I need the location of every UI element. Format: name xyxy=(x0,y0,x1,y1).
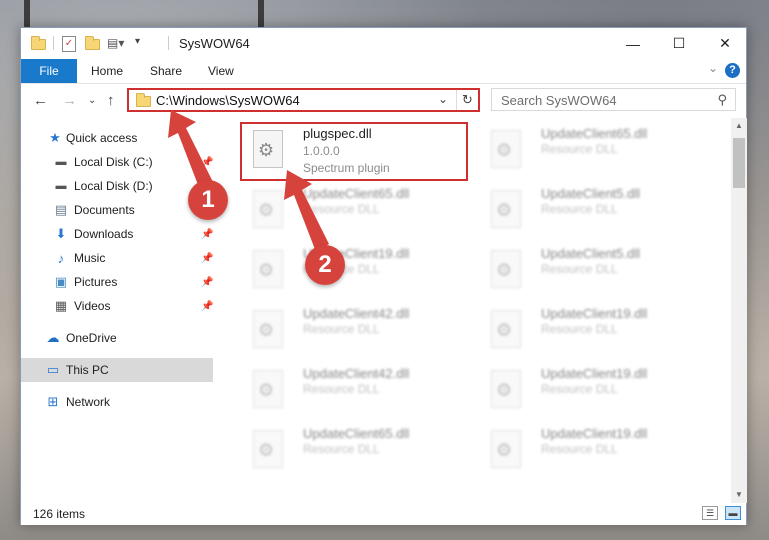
tab-share[interactable]: Share xyxy=(150,64,182,78)
network-icon: ⊞ xyxy=(47,394,59,409)
cloud-icon: ☁ xyxy=(46,330,60,345)
list-item[interactable]: ⚙ UpdateClient65.dll Resource DLL xyxy=(479,124,709,180)
dll-file-icon: ⚙ xyxy=(253,370,283,408)
folder-icon xyxy=(31,36,46,50)
address-dropdown-icon[interactable]: ⌄ xyxy=(438,92,448,106)
pin-icon[interactable]: 📌 xyxy=(201,301,213,312)
search-placeholder: Search SysWOW64 xyxy=(501,93,617,108)
list-item[interactable]: ⚙ UpdateClient5.dll Resource DLL xyxy=(479,184,709,240)
dll-file-icon: ⚙ xyxy=(491,370,521,408)
music-icon: ♪ xyxy=(57,250,65,266)
title-bar: ✓ ▤▾ ▾ SysWOW64 — ☐ ✕ xyxy=(21,28,746,59)
forward-arrow-icon[interactable]: → xyxy=(62,92,77,109)
search-input[interactable]: Search SysWOW64 ⚲ xyxy=(491,88,736,111)
folder-icon xyxy=(136,93,151,107)
sidebar-item-downloads[interactable]: ⬇ Downloads 📌 xyxy=(21,222,214,246)
sidebar-item-onedrive[interactable]: ☁ OneDrive xyxy=(21,326,213,350)
search-icon[interactable]: ⚲ xyxy=(717,92,727,108)
list-item[interactable]: ⚙ UpdateClient42.dll Resource DLL xyxy=(241,304,471,360)
sidebar-item-documents[interactable]: ▤ Documents xyxy=(21,198,213,222)
separator xyxy=(168,36,169,50)
ribbon-tabs: File Home Share View ⌄ ? xyxy=(21,59,746,84)
expand-ribbon-icon[interactable]: ⌄ xyxy=(708,61,718,75)
background-pole xyxy=(24,0,30,30)
qat-dropdown-icon[interactable]: ▾ xyxy=(135,36,140,52)
dll-file-icon: ⚙ xyxy=(253,190,283,228)
separator xyxy=(53,36,54,50)
file-list: ⚙ plugspec.dll 1.0.0.0 Spectrum plugin ⚙… xyxy=(226,118,731,503)
pin-icon[interactable]: 📌 xyxy=(201,157,213,168)
sidebar-item-music[interactable]: ♪ Music 📌 xyxy=(21,246,214,270)
address-path[interactable]: C:\Windows\SysWOW64 xyxy=(156,93,300,108)
pin-icon[interactable]: 📌 xyxy=(201,277,213,288)
document-icon: ▤ xyxy=(54,202,68,217)
large-icons-view-icon[interactable]: ▬ xyxy=(725,506,741,520)
sidebar-item-videos[interactable]: ▦ Videos 📌 xyxy=(21,294,214,318)
refresh-icon[interactable]: ↻ xyxy=(456,90,478,110)
dll-file-icon: ⚙ xyxy=(491,190,521,228)
tab-home[interactable]: Home xyxy=(91,64,123,78)
properties-icon[interactable]: ✓ xyxy=(62,36,76,52)
new-folder-icon[interactable] xyxy=(85,36,100,50)
sidebar-item-pictures[interactable]: ▣ Pictures 📌 xyxy=(21,270,214,294)
dll-file-icon: ⚙ xyxy=(491,130,521,168)
background-pole xyxy=(258,0,264,30)
sidebar-item-quick-access[interactable]: ★ Quick access xyxy=(21,126,213,150)
address-row: ← → ⌄ ↑ C:\Windows\SysWOW64 ⌄ ↻ Search S… xyxy=(21,84,746,118)
dll-file-icon: ⚙ xyxy=(253,250,283,288)
maximize-button[interactable]: ☐ xyxy=(656,28,702,59)
minimize-button[interactable]: — xyxy=(610,28,656,59)
list-item[interactable]: ⚙ UpdateClient19.dll Resource DLL xyxy=(479,304,709,360)
scroll-thumb[interactable] xyxy=(733,138,745,188)
item-count: 126 items xyxy=(33,507,86,521)
customize-qat-icon[interactable]: ▤▾ xyxy=(107,36,124,52)
step-1-badge: 1 xyxy=(188,180,228,220)
dll-file-icon: ⚙ xyxy=(253,430,283,468)
step-2-badge: 2 xyxy=(305,245,345,285)
dll-file-icon: ⚙ xyxy=(253,310,283,348)
sidebar-item-this-pc[interactable]: ▭ This PC xyxy=(21,358,213,382)
scroll-down-icon[interactable]: ▼ xyxy=(731,487,747,503)
dll-file-icon: ⚙ xyxy=(491,250,521,288)
file-explorer-window: ✓ ▤▾ ▾ SysWOW64 — ☐ ✕ File Home Share Vi… xyxy=(20,27,747,525)
tab-file[interactable]: File xyxy=(21,59,77,83)
scroll-up-icon[interactable]: ▲ xyxy=(731,118,747,134)
list-item[interactable]: ⚙ UpdateClient65.dll Resource DLL xyxy=(241,184,471,240)
dll-file-icon: ⚙ xyxy=(491,430,521,468)
address-bar[interactable]: C:\Windows\SysWOW64 ⌄ ↻ xyxy=(127,88,480,112)
recent-locations-icon[interactable]: ⌄ xyxy=(88,95,96,106)
drive-icon: ▬ xyxy=(55,156,67,168)
star-icon: ★ xyxy=(49,130,61,145)
download-icon: ⬇ xyxy=(55,226,67,241)
computer-icon: ▭ xyxy=(46,362,60,377)
tab-view[interactable]: View xyxy=(208,64,234,78)
list-item[interactable]: ⚙ UpdateClient5.dll Resource DLL xyxy=(479,244,709,300)
pictures-icon: ▣ xyxy=(54,274,68,289)
dll-file-icon: ⚙ xyxy=(491,310,521,348)
status-bar: 126 items ☰ ▬ xyxy=(21,503,746,525)
up-arrow-icon[interactable]: ↑ xyxy=(107,92,115,109)
list-item[interactable]: ⚙ UpdateClient42.dll Resource DLL xyxy=(241,364,471,420)
close-button[interactable]: ✕ xyxy=(702,28,748,59)
list-item[interactable]: ⚙ UpdateClient19.dll Resource DLL xyxy=(241,244,471,300)
window-title: SysWOW64 xyxy=(179,36,250,51)
back-arrow-icon[interactable]: ← xyxy=(33,92,48,109)
list-item[interactable]: ⚙ UpdateClient19.dll Resource DLL xyxy=(479,364,709,420)
highlight-box xyxy=(240,122,468,181)
list-item[interactable]: ⚙ UpdateClient19.dll Resource DLL xyxy=(479,424,709,480)
list-item[interactable]: ⚙ UpdateClient65.dll Resource DLL xyxy=(241,424,471,480)
navigation-pane: ★ Quick access ▬ Local Disk (C:) 📌 ▬ Loc… xyxy=(21,118,213,503)
help-icon[interactable]: ? xyxy=(725,63,740,78)
drive-icon: ▬ xyxy=(55,180,67,192)
pin-icon[interactable]: 📌 xyxy=(201,229,213,240)
videos-icon: ▦ xyxy=(54,298,68,313)
vertical-scrollbar[interactable]: ▲ ▼ xyxy=(731,118,747,503)
details-view-icon[interactable]: ☰ xyxy=(702,506,718,520)
sidebar-item-local-disk-d[interactable]: ▬ Local Disk (D:) xyxy=(21,174,213,198)
pin-icon[interactable]: 📌 xyxy=(201,253,213,264)
sidebar-item-local-disk-c[interactable]: ▬ Local Disk (C:) 📌 xyxy=(21,150,214,174)
sidebar-item-network[interactable]: ⊞ Network xyxy=(21,390,213,414)
